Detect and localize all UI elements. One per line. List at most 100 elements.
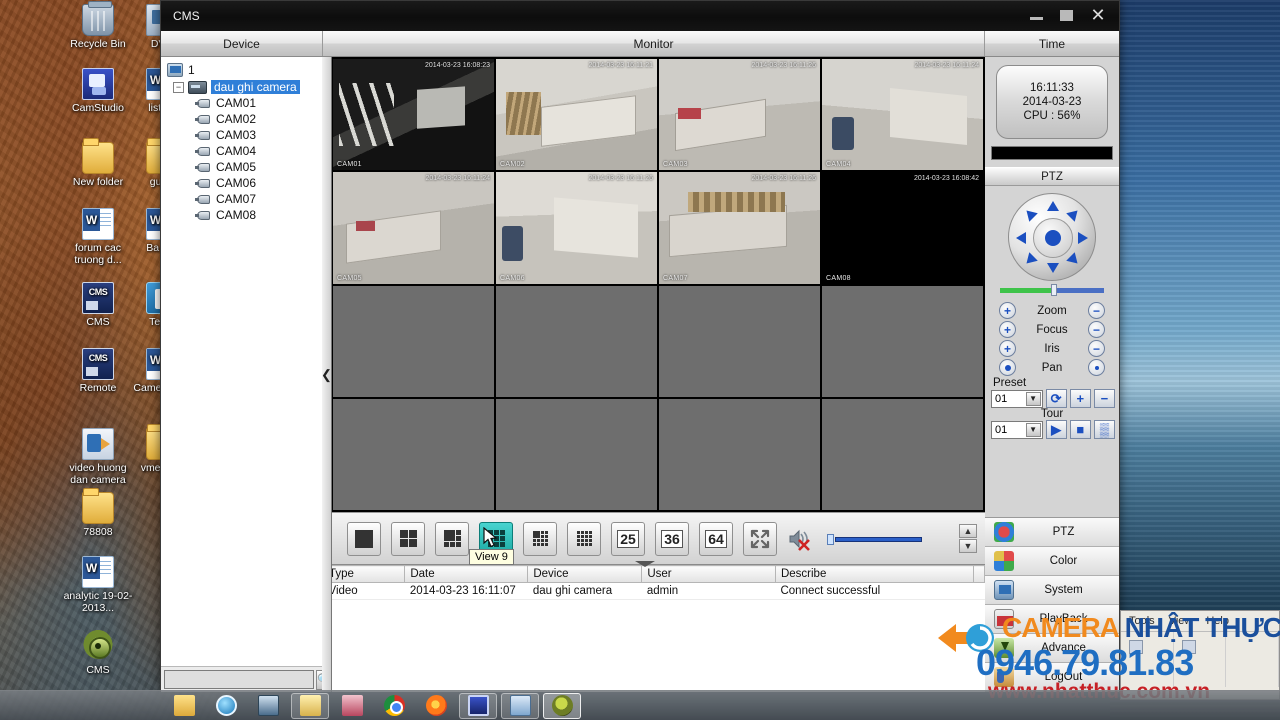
collapse-panel-handle[interactable]: ❮: [322, 57, 332, 692]
pan-down-left-arrow-icon[interactable]: [1022, 252, 1038, 268]
taskbar-camstudio[interactable]: [459, 693, 497, 719]
volume-knob[interactable]: [827, 534, 834, 545]
view-25-button[interactable]: 25: [611, 522, 645, 556]
column-header-date[interactable]: Date: [405, 566, 528, 583]
desktop-icon[interactable]: New folder: [62, 142, 134, 189]
chevron-down-icon[interactable]: ▼: [1026, 392, 1041, 406]
search-input[interactable]: [164, 670, 314, 689]
taskbar-explorer[interactable]: [291, 693, 329, 719]
tree-device-node[interactable]: − dau ghi camera: [165, 79, 322, 95]
video-tile-empty[interactable]: [659, 399, 820, 510]
video-tile[interactable]: 2014-03-23 16:11:24CAM04: [822, 59, 983, 170]
preset-remove-button[interactable]: −: [1094, 389, 1115, 408]
view-16-button[interactable]: [567, 522, 601, 556]
pan-left-arrow-icon[interactable]: [1016, 232, 1026, 244]
preset-add-button[interactable]: +: [1070, 389, 1091, 408]
video-tile[interactable]: 2014-03-23 16:08:23CAM01: [333, 59, 494, 170]
video-tile[interactable]: 2014-03-23 16:11:21CAM02: [496, 59, 657, 170]
chevron-down-icon[interactable]: ▼: [1026, 423, 1041, 437]
video-tile[interactable]: 2014-03-23 16:08:42CAM08: [822, 172, 983, 283]
background-window[interactable]: Tools View Help: [1120, 610, 1280, 700]
pan-up-arrow-icon[interactable]: [1047, 201, 1059, 211]
menu-view[interactable]: View: [1169, 615, 1193, 627]
device-tree[interactable]: 1 − dau ghi camera CAM01CAM02CAM03CAM04C…: [161, 57, 322, 666]
desktop-icon[interactable]: analytic 19-02-2013...: [62, 556, 134, 614]
view-64-button[interactable]: 64: [699, 522, 733, 556]
video-tile-empty[interactable]: [496, 286, 657, 397]
focus-decrease-button[interactable]: −: [1088, 321, 1105, 338]
table-row[interactable]: Video2014-03-23 16:11:07dau ghi cameraad…: [324, 583, 985, 600]
tab-monitor[interactable]: Monitor: [323, 31, 985, 56]
panel-splitter-handle[interactable]: [633, 560, 657, 568]
joystick-center-button[interactable]: [1045, 230, 1061, 246]
view-13-button[interactable]: [523, 522, 557, 556]
cms-titlebar[interactable]: CMS ✕: [161, 1, 1119, 31]
tour-play-button[interactable]: ▶: [1046, 420, 1067, 439]
view-6-button[interactable]: [435, 522, 469, 556]
desktop-icon[interactable]: CMS: [62, 282, 134, 329]
speaker-muted-icon[interactable]: [787, 526, 817, 552]
tree-camera-node[interactable]: CAM05: [165, 159, 322, 175]
column-header-device[interactable]: Device: [528, 566, 642, 583]
taskbar-firefox[interactable]: [417, 693, 455, 719]
menu-item-color[interactable]: Color: [985, 547, 1119, 576]
pan-right-arrow-icon[interactable]: [1078, 232, 1088, 244]
minimize-button[interactable]: [1021, 4, 1051, 26]
volume-slider[interactable]: [827, 534, 922, 544]
menu-item-logout[interactable]: LogOut: [985, 663, 1119, 692]
background-window-menubar[interactable]: Tools View Help: [1121, 611, 1279, 631]
iris-decrease-button[interactable]: −: [1088, 340, 1105, 357]
video-tile[interactable]: 2014-03-23 16:11:26CAM07: [659, 172, 820, 283]
video-tile[interactable]: 2014-03-23 16:11:26CAM03: [659, 59, 820, 170]
preset-goto-button[interactable]: ⟳: [1046, 389, 1067, 408]
pan-down-arrow-icon[interactable]: [1047, 263, 1059, 273]
video-tile-empty[interactable]: [333, 286, 494, 397]
menu-help[interactable]: Help: [1206, 615, 1229, 627]
pan-decrease-button[interactable]: [1088, 359, 1105, 376]
menu-item-system[interactable]: System: [985, 576, 1119, 605]
focus-increase-button[interactable]: +: [999, 321, 1016, 338]
zoom-decrease-button[interactable]: −: [1088, 302, 1105, 319]
speed-slider-knob[interactable]: [1051, 284, 1057, 296]
zoom-increase-button[interactable]: +: [999, 302, 1016, 319]
video-tile-empty[interactable]: [822, 286, 983, 397]
video-tile-empty[interactable]: [822, 399, 983, 510]
tree-camera-node[interactable]: CAM01: [165, 95, 322, 111]
maximize-button[interactable]: [1051, 4, 1081, 26]
taskbar-cms[interactable]: [543, 693, 581, 719]
video-tile-empty[interactable]: [333, 399, 494, 510]
video-tile-empty[interactable]: [659, 286, 820, 397]
desktop-icon[interactable]: CMS: [62, 630, 134, 677]
video-tile[interactable]: 2014-03-23 16:11:24CAM05: [333, 172, 494, 283]
column-header-type[interactable]: Type: [324, 566, 405, 583]
tree-camera-node[interactable]: CAM04: [165, 143, 322, 159]
taskbar-remote[interactable]: [501, 693, 539, 719]
menu-tools[interactable]: Tools: [1129, 615, 1155, 627]
pan-down-right-arrow-icon[interactable]: [1066, 252, 1082, 268]
pan-increase-button[interactable]: [999, 359, 1016, 376]
desktop-icon[interactable]: 78808: [62, 492, 134, 539]
desktop-icon[interactable]: Remote: [62, 348, 134, 395]
desktop-icon[interactable]: Recycle Bin: [62, 4, 134, 51]
close-icon[interactable]: ✕: [1083, 4, 1113, 26]
menu-item-playback[interactable]: PlayBack: [985, 605, 1119, 634]
column-header-user[interactable]: User: [642, 566, 776, 583]
tab-time[interactable]: Time: [985, 31, 1119, 56]
video-tile[interactable]: 2014-03-23 16:11:26CAM06: [496, 172, 657, 283]
tab-device[interactable]: Device: [161, 31, 323, 56]
taskbar-network[interactable]: [333, 693, 371, 719]
video-tile-empty[interactable]: [496, 399, 657, 510]
fullscreen-icon[interactable]: [743, 522, 777, 556]
pan-up-left-arrow-icon[interactable]: [1022, 206, 1038, 222]
view-4-button[interactable]: [391, 522, 425, 556]
collapse-expander-icon[interactable]: −: [173, 82, 184, 93]
ptz-speed-slider[interactable]: [1000, 285, 1104, 295]
taskbar-internet-explorer[interactable]: [207, 693, 245, 719]
tree-camera-node[interactable]: CAM07: [165, 191, 322, 207]
tour-stop-button[interactable]: ■: [1070, 420, 1091, 439]
view-36-button[interactable]: 36: [655, 522, 689, 556]
menu-item-advance[interactable]: Advance: [985, 634, 1119, 663]
tree-camera-node[interactable]: CAM02: [165, 111, 322, 127]
tour-pattern-button[interactable]: ▒: [1094, 420, 1115, 439]
scroll-down-button[interactable]: ▼: [959, 539, 977, 553]
